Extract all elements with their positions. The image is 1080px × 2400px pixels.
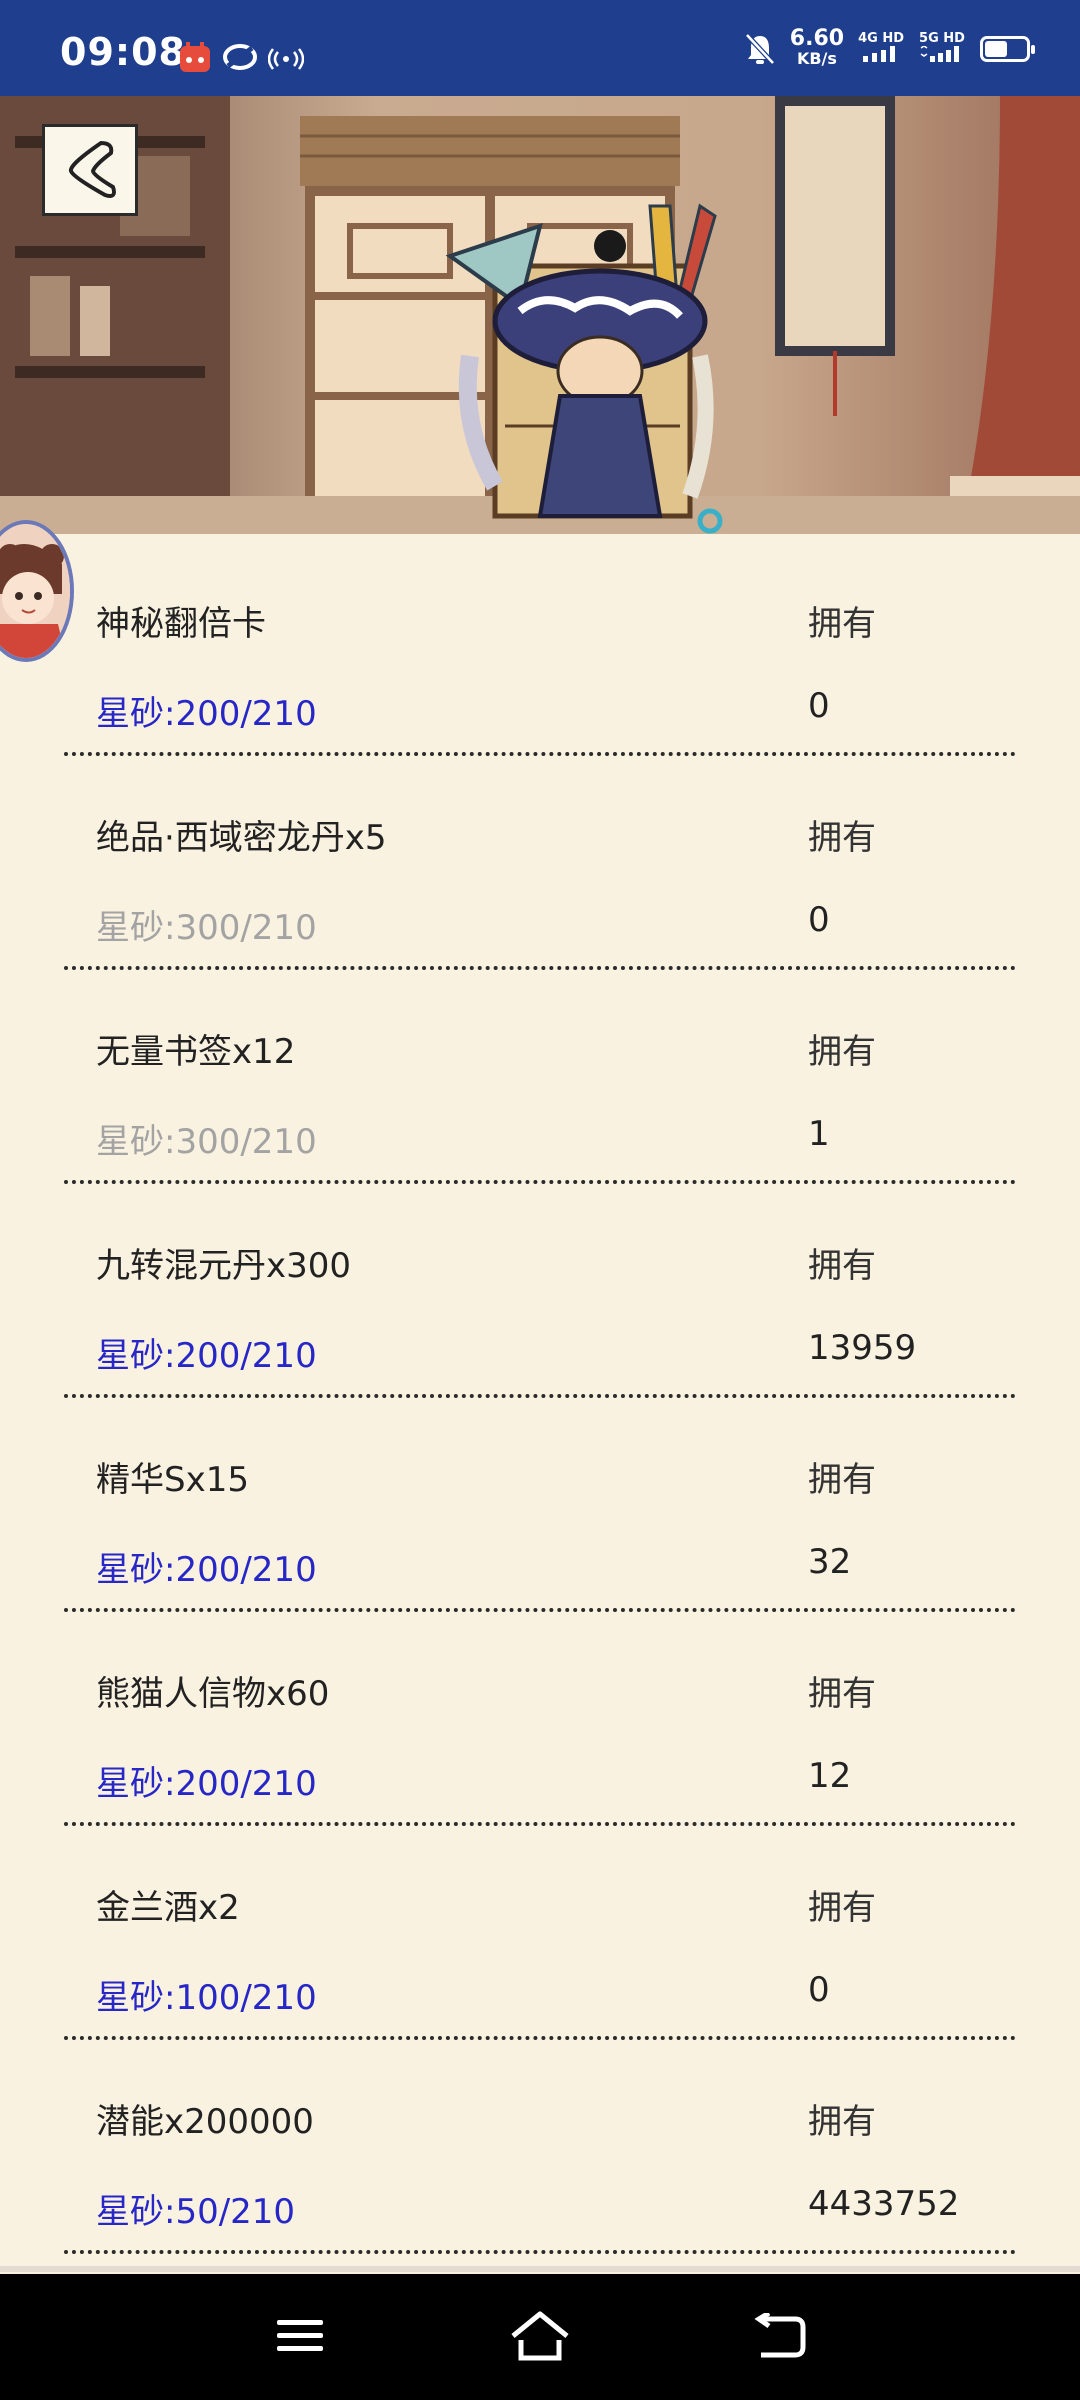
item-name: 九转混元丹x300 bbox=[96, 1246, 352, 1286]
shop-item-row[interactable]: 精华Sx15 拥有星砂:200/210 32 bbox=[0, 1396, 1080, 1612]
battery-icon bbox=[980, 36, 1035, 62]
item-price[interactable]: 星砂:300/210 bbox=[96, 1114, 317, 1163]
shop-item-row[interactable]: 神秘翻倍卡 拥有星砂:200/210 0 bbox=[0, 540, 1080, 756]
signal-bars-icon bbox=[920, 45, 959, 62]
owned-count: 1 bbox=[808, 1114, 830, 1154]
item-price[interactable]: 星砂:200/210 bbox=[96, 686, 317, 735]
owned-label: 拥有 bbox=[808, 604, 876, 644]
item-price[interactable]: 星砂:200/210 bbox=[96, 1328, 317, 1377]
shop-item-row[interactable]: 潜能x200000 拥有星砂:50/210 4433752 bbox=[0, 2038, 1080, 2254]
item-price[interactable]: 星砂:50/210 bbox=[96, 2184, 295, 2233]
navigation-bar bbox=[0, 2274, 1080, 2400]
item-name: 无量书签x12 bbox=[96, 1032, 296, 1072]
speed-value: 6.60 bbox=[789, 26, 845, 51]
item-price[interactable]: 星砂:300/210 bbox=[96, 900, 317, 949]
shop-item-list: 神秘翻倍卡 拥有 星砂:200/210 0 绝品·西域密龙丹x5 拥有 星砂:300/210… bbox=[0, 540, 1080, 2254]
owned-label: 拥有 bbox=[808, 818, 876, 858]
shop-item-row[interactable]: 金兰酒x2 拥有星砂:100/210 0 bbox=[0, 1824, 1080, 2040]
item-name: 金兰酒x2 bbox=[96, 1888, 240, 1928]
owned-label: 拥有 bbox=[808, 2102, 876, 2142]
owned-label: 拥有 bbox=[808, 1460, 876, 1500]
item-name: 潜能x200000 bbox=[96, 2102, 314, 2142]
item-name: 精华Sx15 bbox=[96, 1460, 249, 1500]
owned-label: 拥有 bbox=[808, 1888, 876, 1928]
back-nav-button[interactable] bbox=[745, 2306, 815, 2366]
battery-fill bbox=[985, 41, 1007, 57]
shop-header-scene bbox=[0, 96, 1080, 534]
status-time: 09:08 bbox=[60, 30, 186, 74]
list-bottom-edge bbox=[0, 2266, 1080, 2272]
shop-item-row[interactable]: 绝品·西域密龙丹x5 拥有星砂:300/210 0 bbox=[0, 754, 1080, 970]
hotspot-icon bbox=[268, 48, 304, 70]
row-divider bbox=[64, 2250, 1016, 2254]
speed-unit: KB/s bbox=[796, 49, 837, 68]
status-bar: 09:08 6.60 KB/s 4G HD 5G HD bbox=[0, 0, 1080, 96]
item-price[interactable]: 星砂:200/210 bbox=[96, 1756, 317, 1805]
owned-count: 13959 bbox=[808, 1328, 917, 1368]
shop-item-row[interactable]: 熊猫人信物x60 拥有星砂:200/210 12 bbox=[0, 1610, 1080, 1826]
owned-label: 拥有 bbox=[808, 1674, 876, 1714]
shop-item-row[interactable]: 无量书签x12 拥有星砂:300/210 1 bbox=[0, 968, 1080, 1184]
owned-count: 0 bbox=[808, 1970, 830, 2010]
signal-sim2: 5G HD bbox=[918, 32, 966, 66]
status-right-group: 6.60 KB/s 4G HD 5G HD bbox=[744, 26, 1035, 72]
back-arrow-icon bbox=[68, 141, 116, 198]
return-icon bbox=[754, 2313, 806, 2358]
menu-button[interactable] bbox=[265, 2306, 335, 2366]
mute-bell-icon bbox=[744, 33, 775, 65]
owned-count: 32 bbox=[808, 1542, 852, 1582]
signal-sim1: 4G HD bbox=[858, 32, 904, 66]
item-name: 绝品·西域密龙丹x5 bbox=[96, 818, 387, 858]
menu-icon bbox=[277, 2320, 323, 2351]
cloud-app-icon bbox=[223, 44, 257, 70]
item-name: 熊猫人信物x60 bbox=[96, 1674, 330, 1714]
signal-bars-icon bbox=[863, 46, 896, 62]
back-button[interactable] bbox=[42, 124, 138, 216]
home-icon bbox=[511, 2311, 569, 2361]
red-app-icon bbox=[180, 42, 210, 72]
item-name: 神秘翻倍卡 bbox=[96, 604, 266, 644]
owned-label: 拥有 bbox=[808, 1246, 876, 1286]
network-speed: 6.60 KB/s bbox=[789, 26, 845, 69]
owned-count: 12 bbox=[808, 1756, 852, 1796]
item-price[interactable]: 星砂:100/210 bbox=[96, 1970, 317, 2019]
net2-label: 5G HD bbox=[919, 31, 965, 46]
shop-background-illustration bbox=[0, 96, 1080, 534]
home-button[interactable] bbox=[505, 2306, 575, 2366]
owned-count: 4433752 bbox=[808, 2184, 960, 2224]
owned-count: 0 bbox=[808, 686, 830, 726]
net1-label: 4G HD bbox=[858, 31, 904, 46]
owned-count: 0 bbox=[808, 900, 830, 940]
item-price[interactable]: 星砂:200/210 bbox=[96, 1542, 317, 1591]
owned-label: 拥有 bbox=[808, 1032, 876, 1072]
shop-item-row[interactable]: 九转混元丹x300 拥有星砂:200/210 13959 bbox=[0, 1182, 1080, 1398]
